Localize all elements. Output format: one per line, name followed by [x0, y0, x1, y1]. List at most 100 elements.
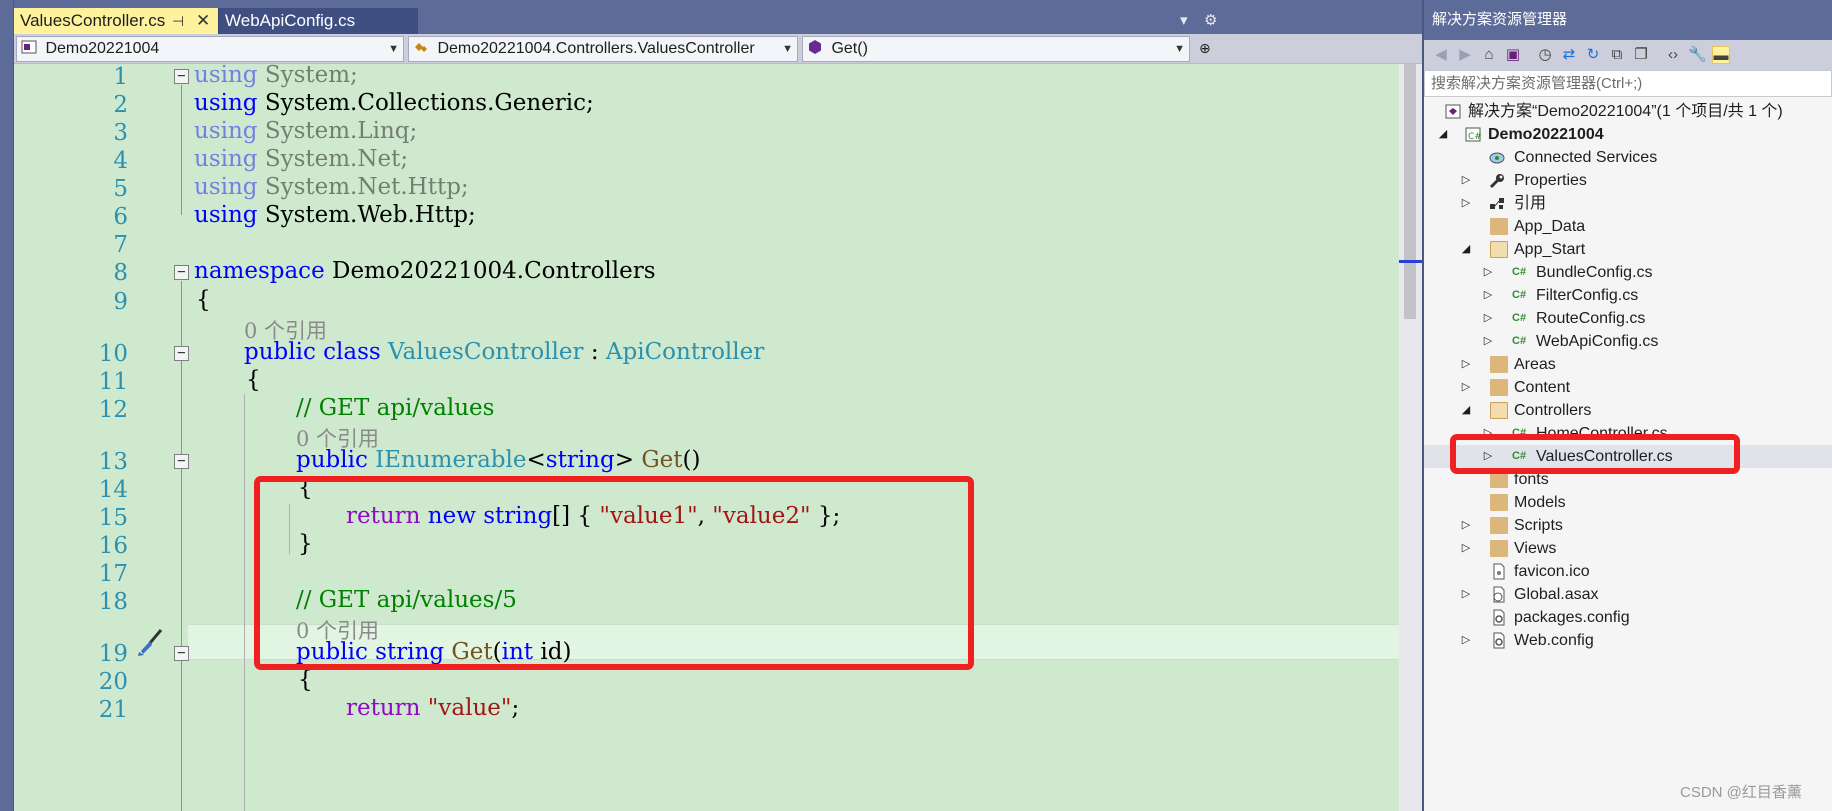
tree-item-label: 引用	[1514, 195, 1547, 212]
expander-icon[interactable]: ▷	[1459, 169, 1473, 192]
code-line: using System.Collections.Generic;	[194, 90, 594, 116]
tree-item-label: App_Start	[1514, 241, 1586, 258]
expander-icon[interactable]: ▷	[1481, 307, 1495, 330]
sync-with-document-icon[interactable]: ⇄	[1560, 46, 1578, 64]
forward-icon[interactable]: ▶	[1456, 46, 1474, 64]
solution-search-input[interactable]: 搜索解决方案资源管理器(Ctrl+;)	[1424, 70, 1832, 97]
tree-item-label: Areas	[1514, 356, 1556, 373]
expander-icon[interactable]: ▷	[1481, 330, 1495, 353]
collapse-class-toggle[interactable]: −	[174, 346, 189, 361]
tree-item-app-data[interactable]: App_Data	[1424, 215, 1832, 238]
tree-item-packages-config[interactable]: packages.config	[1424, 606, 1832, 629]
member-dropdown[interactable]: Get() ▼	[802, 36, 1190, 62]
code-line: using System;	[194, 62, 358, 88]
left-tool-strip[interactable]	[0, 0, 14, 811]
expander-icon[interactable]: ▷	[1481, 284, 1495, 307]
line-number: 14	[98, 477, 128, 503]
tree-item-label: packages.config	[1514, 609, 1630, 626]
tree-item-views[interactable]: ▷ Views	[1424, 537, 1832, 560]
folder-icon	[1490, 540, 1508, 557]
view-code-icon[interactable]: ‹›	[1664, 46, 1682, 64]
show-all-files-icon[interactable]: ❐	[1632, 46, 1650, 64]
expander-icon[interactable]: ▷	[1459, 514, 1473, 537]
code-text-area[interactable]: 1 2 3 4 5 6 7 8 9 10 11 12 13 14 15 16 1…	[14, 62, 1399, 811]
config-file-icon	[1493, 609, 1505, 626]
tree-item-models[interactable]: Models	[1424, 491, 1832, 514]
tree-item-label: Web.config	[1514, 632, 1594, 649]
expander-icon[interactable]: ▷	[1459, 192, 1473, 215]
line-number: 8	[113, 260, 128, 286]
collapse-namespace-toggle[interactable]: −	[174, 265, 189, 280]
tree-item-favicon[interactable]: favicon.ico	[1424, 560, 1832, 583]
tree-item-scripts[interactable]: ▷ Scripts	[1424, 514, 1832, 537]
switch-views-icon[interactable]: ▣	[1504, 46, 1522, 64]
references-icon	[1490, 198, 1504, 209]
expander-icon[interactable]: ▷	[1459, 537, 1473, 560]
panel-title: 解决方案资源管理器	[1424, 0, 1832, 40]
line-number: 12	[98, 397, 128, 423]
tab-values-controller[interactable]: ValuesController.cs ⊣ ✕	[14, 8, 218, 34]
home-icon[interactable]: ⌂	[1480, 46, 1498, 64]
pin-icon[interactable]: ⊣	[172, 8, 184, 34]
properties-wrench-icon[interactable]: 🔧	[1688, 46, 1707, 64]
code-line: return "value";	[346, 695, 520, 721]
back-icon[interactable]: ◀	[1432, 46, 1450, 64]
chevron-down-icon: ▼	[1174, 43, 1185, 55]
tree-item-properties[interactable]: ▷ Properties	[1424, 169, 1832, 192]
pending-changes-filter-icon[interactable]: ◷	[1536, 46, 1554, 64]
code-line: using System.Net.Http;	[194, 174, 469, 200]
tree-item-filterconfig[interactable]: ▷ C# FilterConfig.cs	[1424, 284, 1832, 307]
tree-item-label: BundleConfig.cs	[1536, 264, 1653, 281]
tree-item-areas[interactable]: ▷ Areas	[1424, 353, 1832, 376]
tree-item-label: Content	[1514, 379, 1571, 396]
line-number: 21	[98, 697, 128, 723]
collapse-method-toggle[interactable]: −	[174, 646, 189, 661]
code-line: namespace Demo20221004.Controllers	[194, 258, 656, 284]
tree-item-solution[interactable]: 解决方案“Demo20221004”(1 个项目/共 1 个)	[1424, 100, 1832, 123]
class-dropdown-label: Demo20221004.Controllers.ValuesControlle…	[437, 40, 755, 57]
solution-icon	[1445, 104, 1461, 119]
expander-icon[interactable]: ▷	[1459, 583, 1473, 606]
scrollbar-thumb[interactable]	[1404, 64, 1416, 319]
tab-list-dropdown-icon[interactable]: ▾	[1180, 11, 1188, 29]
collapse-all-icon[interactable]: ⧉	[1608, 46, 1626, 64]
expander-icon[interactable]: ◢	[1436, 123, 1450, 146]
class-dropdown[interactable]: Demo20221004.Controllers.ValuesControlle…	[408, 36, 798, 62]
tree-item-controllers[interactable]: ◢ Controllers	[1424, 399, 1832, 422]
tree-item-label: Scripts	[1514, 517, 1563, 534]
expander-icon[interactable]: ◢	[1459, 238, 1473, 261]
tree-item-references[interactable]: ▷ 引用	[1424, 192, 1832, 215]
expander-icon[interactable]: ◢	[1459, 399, 1473, 422]
split-window-icon[interactable]: ⊕	[1194, 36, 1218, 62]
close-icon[interactable]: ✕	[196, 8, 210, 34]
tree-item-web-config[interactable]: ▷ Web.config	[1424, 629, 1832, 652]
expander-icon[interactable]: ▷	[1481, 261, 1495, 284]
quick-actions-brush-icon[interactable]	[135, 627, 165, 657]
tree-item-app-start[interactable]: ◢ App_Start	[1424, 238, 1832, 261]
code-line: {	[246, 367, 261, 393]
expander-icon[interactable]: ▷	[1459, 353, 1473, 376]
tree-item-label: Models	[1514, 494, 1566, 511]
tree-item-project[interactable]: ◢ C# Demo20221004	[1424, 123, 1832, 146]
tab-webapi-config[interactable]: WebApiConfig.cs	[218, 8, 418, 34]
project-dropdown[interactable]: Demo20221004 ▼	[16, 36, 404, 62]
vertical-scrollbar[interactable]	[1399, 64, 1422, 811]
line-number: 9	[113, 289, 128, 315]
expander-icon[interactable]: ▷	[1459, 629, 1473, 652]
tree-item-routeconfig[interactable]: ▷ C# RouteConfig.cs	[1424, 307, 1832, 330]
tree-item-global-asax[interactable]: ▷ Global.asax	[1424, 583, 1832, 606]
collapse-usings-toggle[interactable]: −	[174, 69, 189, 84]
csharp-project-icon	[21, 40, 37, 54]
tree-item-content[interactable]: ▷ Content	[1424, 376, 1832, 399]
tree-item-webapiconfig[interactable]: ▷ C# WebApiConfig.cs	[1424, 330, 1832, 353]
collapse-method-toggle[interactable]: −	[174, 454, 189, 469]
line-number: 2	[113, 92, 128, 118]
tree-item-connected-services[interactable]: Connected Services	[1424, 146, 1832, 169]
settings-gear-icon[interactable]: ⚙	[1204, 11, 1217, 29]
expander-icon[interactable]: ▷	[1459, 376, 1473, 399]
tree-item-label: favicon.ico	[1514, 563, 1590, 580]
line-number: 20	[98, 669, 128, 695]
refresh-icon[interactable]: ↻	[1584, 46, 1602, 64]
preview-selected-items-icon[interactable]: ▬	[1712, 46, 1730, 64]
tree-item-bundleconfig[interactable]: ▷ C# BundleConfig.cs	[1424, 261, 1832, 284]
